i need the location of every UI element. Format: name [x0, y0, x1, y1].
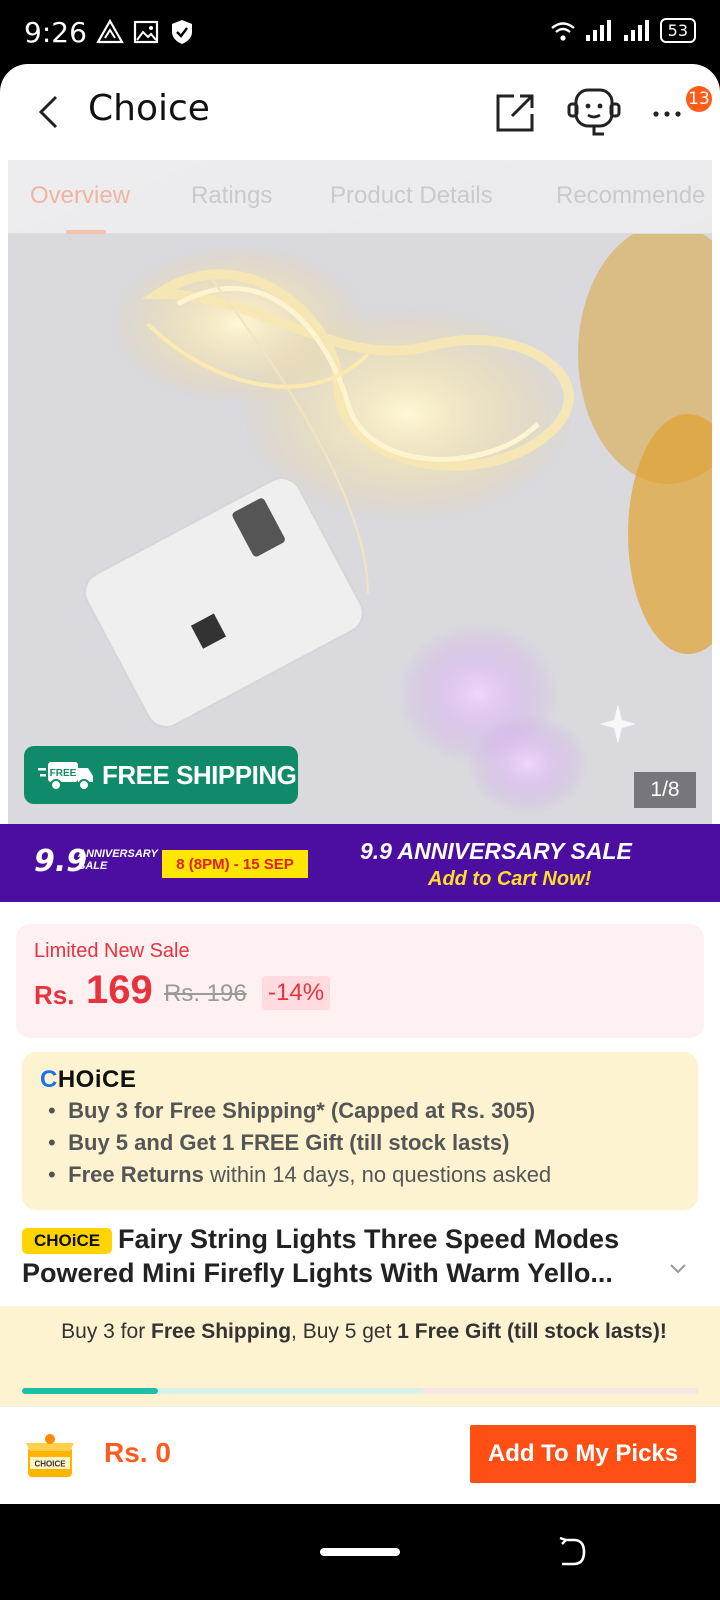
free-shipping-label: FREE SHIPPING: [102, 759, 297, 790]
benefit-item: • Buy 3 for Free Shipping* (Capped at Rs…: [48, 1098, 536, 1123]
promo-date: 8 (8PM) - 15 SEP: [162, 850, 308, 878]
support-button[interactable]: [566, 86, 622, 138]
choice-tag: CHOiCE: [22, 1228, 112, 1254]
tab-product-details[interactable]: Product Details: [330, 182, 493, 210]
bundle-text-part: Buy 3 for: [61, 1320, 152, 1343]
progress-segment-filled: [22, 1388, 158, 1394]
bundle-text-bold: Free Shipping: [151, 1320, 292, 1343]
promo-logo-sub: ANNIVERSARY SALE: [78, 848, 158, 872]
status-time: 9:26: [24, 16, 87, 49]
back-button[interactable]: [26, 88, 70, 136]
promo-cta: Add to Cart Now!: [428, 868, 592, 890]
product-page: Choice 13 Overview Ratings Product Detai…: [0, 64, 720, 1504]
progress-segment-gift: [422, 1388, 698, 1394]
system-nav-bar: [0, 1504, 720, 1600]
price-currency: Rs.: [34, 980, 75, 1010]
benefit-text: within 14 days, no questions asked: [203, 1162, 552, 1187]
choice-logo: CHOiCE: [40, 1066, 136, 1094]
choice-logo-c: C: [40, 1066, 58, 1093]
chat-support-icon: [567, 88, 621, 136]
benefit-bold: Buy 5 and Get 1 FREE Gift (till stock la…: [68, 1130, 510, 1155]
bundle-text: Buy 3 for Free Shipping, Buy 5 get 1 Fre…: [44, 1320, 684, 1344]
home-gesture-pill[interactable]: [320, 1548, 400, 1556]
gallery-icon: [133, 20, 159, 44]
signal-icon: [585, 19, 611, 41]
benefit-bold: Buy 3 for Free Shipping* (Capped at Rs. …: [68, 1098, 536, 1123]
section-tabs: Overview Ratings Product Details Recomme…: [8, 160, 712, 234]
benefit-bold: Free Returns: [68, 1162, 204, 1187]
shield-icon: [172, 20, 192, 44]
benefit-item: • Free Returns within 14 days, no questi…: [48, 1162, 552, 1187]
page-title: Choice: [88, 88, 210, 129]
tab-recommended[interactable]: Recommende: [556, 182, 705, 210]
product-title-line2: Powered Mini Firefly Lights With Warm Ye…: [22, 1258, 613, 1288]
status-icons-left: [96, 18, 196, 46]
picks-total: Rs. 0: [104, 1437, 171, 1468]
price: 169: [86, 968, 153, 1012]
more-button[interactable]: [650, 96, 690, 128]
promo-title: 9.9 ANNIVERSARY SALE: [360, 838, 632, 864]
sale-label: Limited New Sale: [34, 940, 190, 962]
warning-icon: [96, 18, 124, 44]
promo-banner[interactable]: 9.9 ANNIVERSARY SALE 8 (8PM) - 15 SEP 9.…: [0, 824, 720, 902]
progress-segment-next: [158, 1388, 422, 1394]
bottom-action-bar: CHOICE Rs. 0 Add To My Picks: [0, 1406, 720, 1500]
tab-overview[interactable]: Overview: [30, 182, 130, 210]
back-gesture-icon[interactable]: [556, 1536, 588, 1568]
battery-indicator: 53: [659, 18, 696, 43]
status-bar: 9:26 53: [0, 0, 720, 64]
free-icon-text: FREE: [50, 768, 77, 779]
status-icons-right: 53: [550, 18, 696, 43]
share-icon: [496, 94, 534, 132]
price-card: Limited New Sale Rs. 169 Rs. 196 -14%: [16, 924, 704, 1038]
signal-icon-2: [623, 19, 649, 41]
original-price: Rs. 196: [164, 980, 247, 1007]
notification-badge: 13: [686, 86, 712, 112]
more-icon: [653, 111, 681, 117]
cart-label: CHOICE: [34, 1460, 66, 1469]
tab-active-indicator: [66, 230, 106, 234]
choice-benefits-card[interactable]: CHOiCE • Buy 3 for Free Shipping* (Cappe…: [22, 1052, 698, 1210]
wifi-icon: [550, 21, 575, 41]
chevron-down-icon[interactable]: [666, 1256, 690, 1280]
choice-cart-icon[interactable]: CHOICE: [22, 1429, 78, 1481]
delivery-truck-icon: FREE: [38, 762, 93, 791]
bundle-text-part: , Buy 5 get: [291, 1320, 398, 1343]
chevron-left-icon: [38, 95, 58, 129]
choice-logo-rest: HOiCE: [57, 1066, 137, 1093]
bundle-text-bold: 1 Free Gift (till stock lasts)!: [397, 1320, 667, 1343]
benefit-item: • Buy 5 and Get 1 FREE Gift (till stock …: [48, 1130, 510, 1155]
product-title-row[interactable]: CHOiCE Fairy String Lights Three Speed M…: [22, 1224, 698, 1294]
image-counter: 1/8: [634, 772, 696, 808]
free-shipping-badge: FREE FREE SHIPPING: [24, 746, 298, 804]
product-title-line1: Fairy String Lights Three Speed Modes: [118, 1224, 620, 1254]
share-button[interactable]: [492, 88, 540, 136]
discount-badge: -14%: [262, 976, 331, 1010]
product-gallery[interactable]: Overview Ratings Product Details Recomme…: [8, 160, 712, 824]
header: Choice 13: [0, 64, 720, 160]
bundle-progress-bar: Buy 3 for Free Shipping, Buy 5 get 1 Fre…: [0, 1306, 720, 1406]
add-to-picks-button[interactable]: Add To My Picks: [470, 1425, 696, 1483]
tab-ratings[interactable]: Ratings: [191, 182, 272, 210]
product-image: [8, 234, 712, 824]
bundle-progress-track: [22, 1388, 698, 1394]
